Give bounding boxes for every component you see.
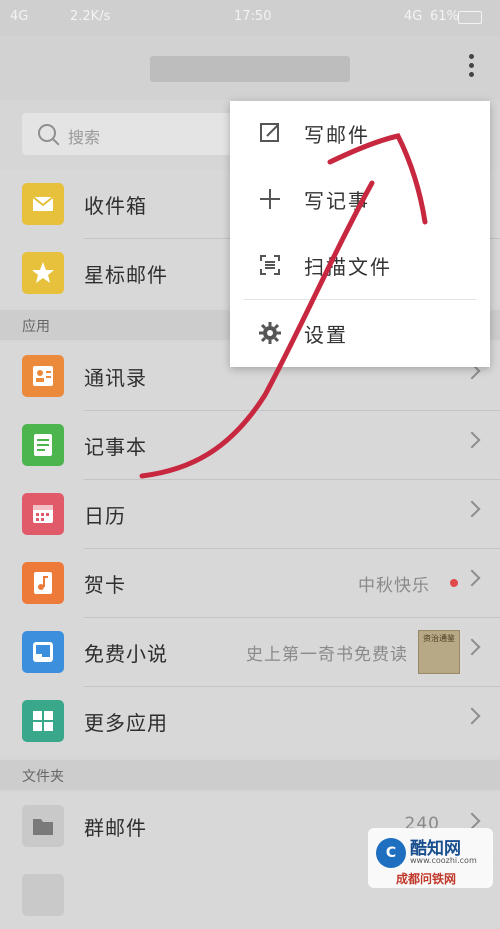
menu-item-compose[interactable]: 写邮件: [230, 101, 490, 167]
battery-icon: [458, 11, 482, 24]
calendar-icon: [22, 493, 64, 535]
inbox-icon: [22, 183, 64, 225]
menu-item-label: 扫描文件: [304, 255, 392, 279]
chevron-right-icon: [463, 707, 481, 725]
list-item-label: 贺卡: [84, 573, 126, 597]
network-indicator-right: 4G: [404, 9, 423, 24]
watermark-url: www.coozhi.com: [410, 856, 477, 865]
menu-item-label: 写记事: [304, 189, 370, 213]
list-item-label: 收件箱: [84, 194, 147, 218]
greeting-card-subtitle: 中秋快乐: [358, 576, 430, 596]
list-item-label: 更多应用: [84, 711, 168, 735]
folder-icon: [22, 805, 64, 847]
book-cover-thumbnail: 资治通鉴: [418, 630, 460, 674]
contacts-icon: [22, 355, 64, 397]
search-icon: [38, 124, 56, 142]
search-placeholder: 搜索: [68, 128, 101, 147]
scan-icon: [260, 255, 280, 275]
network-speed: 2.2K/s: [70, 9, 111, 24]
menu-item-write-note[interactable]: 写记事: [230, 167, 490, 233]
greeting-card-icon: [22, 562, 64, 604]
gear-icon: [259, 322, 281, 344]
menu-divider: [244, 299, 476, 300]
new-badge-dot: [450, 579, 458, 587]
menu-item-label: 写邮件: [304, 123, 370, 147]
novel-icon: [22, 631, 64, 673]
chevron-right-icon: [463, 812, 481, 830]
menu-item-scan[interactable]: 扫描文件: [230, 233, 490, 299]
clock: 17:50: [234, 9, 272, 24]
notepad-icon: [22, 424, 64, 466]
chevron-right-icon: [463, 569, 481, 587]
list-item-label: 通讯录: [84, 366, 147, 390]
watermark-city: 成都问铁网: [396, 872, 457, 886]
list-item-free-novels[interactable]: 免费小说 史上第一奇书免费读 资治通鉴: [0, 618, 500, 686]
watermark-logo-icon: C: [376, 838, 406, 868]
network-indicator: 4G: [10, 9, 29, 24]
battery-level: 61%: [430, 9, 459, 24]
menu-item-label: 设置: [304, 323, 348, 347]
section-header-folders: 文件夹: [0, 760, 500, 790]
more-apps-icon: [22, 700, 64, 742]
overflow-menu: 写邮件 写记事 扫描文件 设置: [230, 101, 490, 367]
list-item-notepad[interactable]: 记事本: [0, 411, 500, 479]
section-title: 文件夹: [22, 769, 64, 785]
list-item-more-apps[interactable]: 更多应用: [0, 687, 500, 755]
section-title: 应用: [22, 319, 50, 335]
list-item-calendar[interactable]: 日历: [0, 480, 500, 548]
book-cover-title: 资治通鉴: [423, 634, 455, 643]
chevron-right-icon: [463, 500, 481, 518]
app-header: [0, 36, 500, 100]
list-item-label: 日历: [84, 504, 126, 528]
more-options-icon[interactable]: [468, 54, 476, 84]
list-item-greeting-card[interactable]: 贺卡 中秋快乐: [0, 549, 500, 617]
status-bar: 4G 2.2K/s 17:50 4G 61%: [0, 0, 500, 36]
plus-icon: [260, 189, 280, 209]
watermark: C 酷知网 www.coozhi.com 成都问铁网: [368, 828, 493, 888]
account-title-blurred: [150, 56, 350, 82]
compose-icon: [260, 123, 279, 142]
folder-icon: [22, 874, 64, 916]
chevron-right-icon: [463, 431, 481, 449]
menu-item-settings[interactable]: 设置: [230, 301, 490, 367]
list-item-label: 免费小说: [84, 642, 168, 666]
star-icon: [22, 252, 64, 294]
chevron-right-icon: [463, 638, 481, 656]
list-item-label: 星标邮件: [84, 263, 168, 287]
novel-promo-text: 史上第一奇书免费读: [246, 645, 408, 665]
list-item-label: 群邮件: [84, 816, 147, 840]
list-item-label: 记事本: [84, 435, 147, 459]
